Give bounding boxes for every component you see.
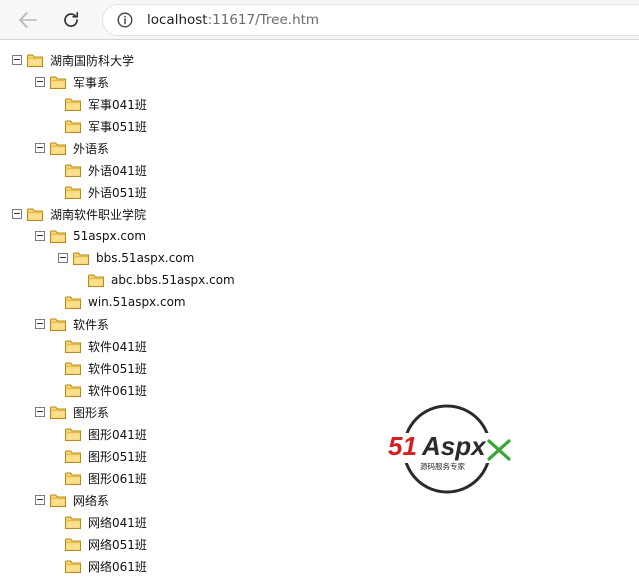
tree-node-label[interactable]: 图形系 [71, 403, 111, 422]
folder-icon [88, 274, 104, 287]
tree-node-expandable[interactable]: 图形系 [35, 401, 111, 423]
tree-node-label[interactable]: 网络系 [71, 491, 111, 510]
tree-node[interactable]: 软件041班 [65, 335, 149, 357]
collapse-toggle-icon[interactable] [35, 495, 45, 505]
collapse-toggle-icon[interactable] [58, 253, 68, 263]
page-content: 湖南国防科大学 军事系军事041班 军事051班外语系外语041班 外语051班湖南软… [0, 40, 639, 588]
folder-icon [50, 230, 66, 243]
reload-button[interactable] [56, 5, 86, 35]
tree-node-expandable[interactable]: 外语系 [35, 137, 111, 159]
tree-node-label[interactable]: 图形051班 [86, 447, 149, 466]
tree-node-label[interactable]: 网络061班 [86, 557, 149, 576]
reload-icon [64, 11, 79, 27]
tree-node[interactable]: 网络041班 [65, 511, 149, 533]
tree-node-expandable[interactable]: 51aspx.com [35, 225, 148, 247]
folder-icon [50, 76, 66, 89]
collapse-toggle-icon[interactable] [35, 407, 45, 417]
tree-node[interactable]: 软件061班 [65, 379, 149, 401]
logo-text-51: 51 [388, 431, 417, 461]
folder-icon [65, 428, 81, 441]
logo-tagline: 源码服务专家 [420, 461, 465, 471]
folder-icon [50, 494, 66, 507]
tree-node[interactable]: 外语041班 [65, 159, 149, 181]
tree-node-label[interactable]: 图形061班 [86, 469, 149, 488]
folder-icon [50, 406, 66, 419]
tree-node[interactable]: 网络051班 [65, 533, 149, 555]
tree-node-label[interactable]: 外语051班 [86, 183, 149, 202]
folder-icon [65, 384, 81, 397]
tree-node[interactable]: 军事041班 [65, 93, 149, 115]
collapse-toggle-icon[interactable] [35, 319, 45, 329]
tree-node-expandable[interactable]: bbs.51aspx.com [58, 247, 196, 269]
tree-node-label[interactable]: abc.bbs.51aspx.com [109, 272, 237, 288]
info-icon[interactable] [117, 12, 133, 28]
tree-node[interactable]: 软件051班 [65, 357, 149, 379]
tree-node-label[interactable]: 军事041班 [86, 95, 149, 114]
folder-icon [65, 538, 81, 551]
tree-node-label[interactable]: 51aspx.com [71, 228, 148, 244]
tree-node-label[interactable]: 网络041班 [86, 513, 149, 532]
tree-node-expandable[interactable]: 湖南软件职业学院 [12, 203, 148, 225]
logo-text-aspx: Aspx [421, 431, 487, 461]
address-bar[interactable]: localhost:11617/Tree.htm [102, 4, 639, 36]
tree-node-expandable[interactable]: 网络系 [35, 489, 111, 511]
folder-icon [65, 472, 81, 485]
collapse-toggle-icon[interactable] [35, 231, 45, 241]
folder-icon [65, 560, 81, 573]
tree-node-label[interactable]: 图形041班 [86, 425, 149, 444]
tree-node-label[interactable]: 软件061班 [86, 381, 149, 400]
folder-icon [50, 142, 66, 155]
folder-icon [65, 516, 81, 529]
tree-node-label[interactable]: 外语系 [71, 139, 111, 158]
url-text: localhost:11617/Tree.htm [147, 12, 319, 28]
folder-icon [65, 98, 81, 111]
51aspx-logo: 51 Aspx 源码服务专家 [386, 404, 512, 494]
folder-icon [65, 186, 81, 199]
tree-node[interactable]: 军事051班 [65, 115, 149, 137]
tree-node-label[interactable]: 软件系 [71, 315, 111, 334]
tree-node-label[interactable]: 湖南软件职业学院 [48, 205, 148, 224]
folder-icon [65, 120, 81, 133]
tree-node-label[interactable]: 软件051班 [86, 359, 149, 378]
collapse-toggle-icon[interactable] [12, 209, 22, 219]
tree-node[interactable]: 图形051班 [65, 445, 149, 467]
folder-icon [65, 296, 81, 309]
tree-node[interactable]: 图形041班 [65, 423, 149, 445]
folder-icon [50, 318, 66, 331]
folder-icon [73, 252, 89, 265]
back-button[interactable] [13, 5, 43, 35]
collapse-toggle-icon[interactable] [35, 77, 45, 87]
folder-icon [27, 54, 43, 67]
tree-node[interactable]: 外语051班 [65, 181, 149, 203]
browser-toolbar: localhost:11617/Tree.htm [0, 0, 639, 40]
tree-node-label[interactable]: 军事051班 [86, 117, 149, 136]
tree-node-label[interactable]: 外语041班 [86, 161, 149, 180]
tree-node[interactable]: 网络061班 [65, 555, 149, 577]
tree-node-expandable[interactable]: 军事系 [35, 71, 111, 93]
tree-node-label[interactable]: 军事系 [71, 73, 111, 92]
folder-icon [65, 450, 81, 463]
arrow-left-icon [19, 12, 37, 28]
tree-node-label[interactable]: 湖南国防科大学 [48, 51, 136, 70]
url-host: localhost [147, 12, 208, 28]
folder-icon [27, 208, 43, 221]
tree-node-label[interactable]: win.51aspx.com [86, 294, 188, 310]
tree-node-label[interactable]: bbs.51aspx.com [94, 250, 196, 266]
collapse-toggle-icon[interactable] [35, 143, 45, 153]
tree-node-label[interactable]: 软件041班 [86, 337, 149, 356]
folder-icon [65, 362, 81, 375]
tree-node-expandable[interactable]: 软件系 [35, 313, 111, 335]
tree-node[interactable]: 图形061班 [65, 467, 149, 489]
folder-icon [65, 164, 81, 177]
tree-node[interactable]: abc.bbs.51aspx.com [88, 269, 237, 291]
folder-icon [65, 340, 81, 353]
tree-node-label[interactable]: 网络051班 [86, 535, 149, 554]
url-path: :11617/Tree.htm [207, 12, 320, 28]
tree-node-expandable[interactable]: 湖南国防科大学 [12, 49, 136, 71]
tree-node[interactable]: win.51aspx.com [65, 291, 188, 313]
collapse-toggle-icon[interactable] [12, 55, 22, 65]
